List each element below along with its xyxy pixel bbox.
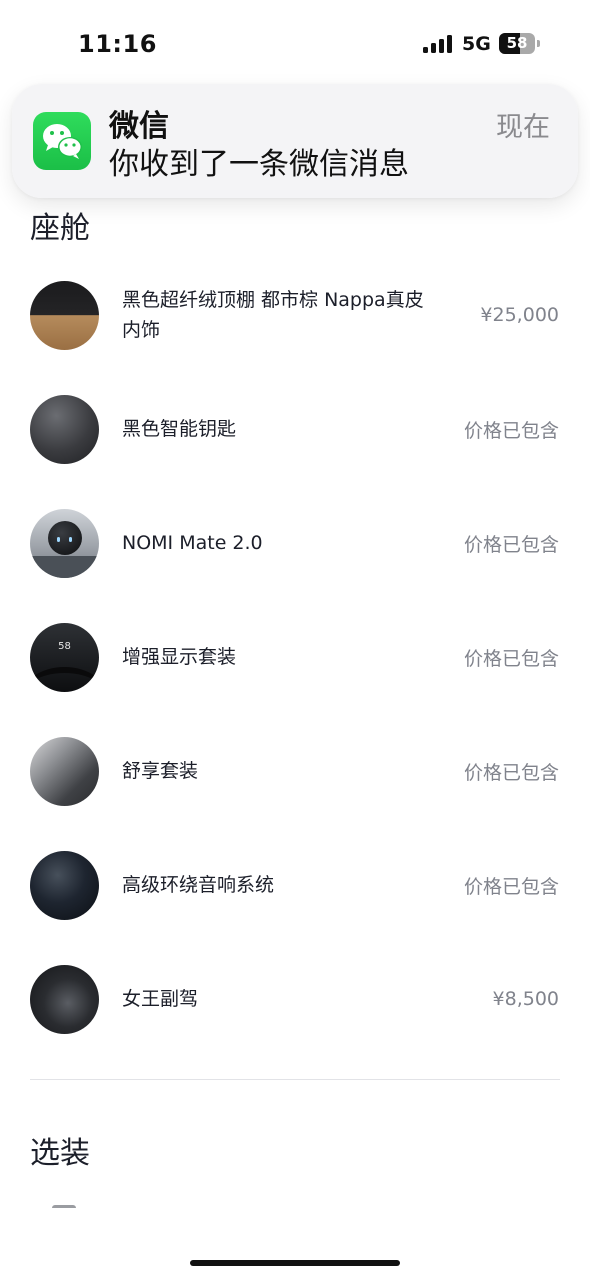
item-name: NOMI Mate 2.0 — [122, 532, 263, 554]
interior-thumbnail — [30, 281, 99, 350]
battery-tip — [537, 40, 540, 47]
partial-list-item-thumbnail — [52, 1205, 76, 1208]
item-price: 价格已包含 — [463, 761, 559, 784]
battery-level: 58 — [506, 34, 528, 52]
cellular-signal-icon — [423, 35, 455, 53]
item-price: 价格已包含 — [463, 419, 559, 442]
smart-key-thumbnail — [30, 395, 99, 464]
item-price: 价格已包含 — [463, 533, 559, 556]
list-item-comfort-package[interactable]: 舒享套装 价格已包含 — [0, 714, 590, 828]
item-name: 高级环绕音响系统 — [122, 874, 275, 896]
surround-audio-thumbnail — [30, 851, 99, 920]
wechat-icon — [33, 112, 91, 170]
notification-time: 现在 — [496, 112, 550, 143]
item-name: 女王副驾 — [122, 988, 199, 1010]
item-price: ¥8,500 — [492, 988, 559, 1010]
list-item-smart-key[interactable]: 黑色智能钥匙 价格已包含 — [0, 372, 590, 486]
status-bar: 11:16 5G 58 — [0, 0, 590, 80]
item-name: 黑色智能钥匙 — [122, 418, 237, 440]
nomi-mate-thumbnail — [30, 509, 99, 578]
enhanced-display-thumbnail: 58 — [30, 623, 99, 692]
item-name: 黑色超纤绒顶棚 都市棕 Nappa真皮内饰 — [122, 289, 424, 341]
status-time: 11:16 — [78, 30, 157, 58]
list-item-enhanced-display[interactable]: 58 增强显示套装 价格已包含 — [0, 600, 590, 714]
home-indicator[interactable] — [190, 1260, 400, 1266]
comfort-package-thumbnail — [30, 737, 99, 806]
network-type: 5G — [462, 33, 491, 55]
wechat-notification[interactable]: 微信 你收到了一条微信消息 现在 — [12, 84, 578, 198]
section-divider — [30, 1079, 560, 1080]
list-item-queen-passenger-seat[interactable]: 女王副驾 ¥8,500 — [0, 942, 590, 1056]
list-item-surround-audio[interactable]: 高级环绕音响系统 价格已包含 — [0, 828, 590, 942]
item-name: 舒享套装 — [122, 760, 199, 782]
item-price: ¥25,000 — [480, 304, 559, 326]
section-title-cockpit: 座舱 — [30, 211, 90, 246]
item-name: 增强显示套装 — [122, 646, 237, 668]
passenger-seat-thumbnail — [30, 965, 99, 1034]
section-title-options: 选装 — [30, 1136, 90, 1171]
item-price: 价格已包含 — [463, 875, 559, 898]
notification-message: 你收到了一条微信消息 — [109, 147, 409, 182]
list-item-interior[interactable]: 黑色超纤绒顶棚 都市棕 Nappa真皮内饰 ¥25,000 — [0, 258, 590, 372]
hud-speed-readout: 58 — [58, 641, 71, 652]
battery-icon: 58 — [499, 33, 535, 54]
item-price: 价格已包含 — [463, 647, 559, 670]
list-item-nomi-mate[interactable]: NOMI Mate 2.0 价格已包含 — [0, 486, 590, 600]
